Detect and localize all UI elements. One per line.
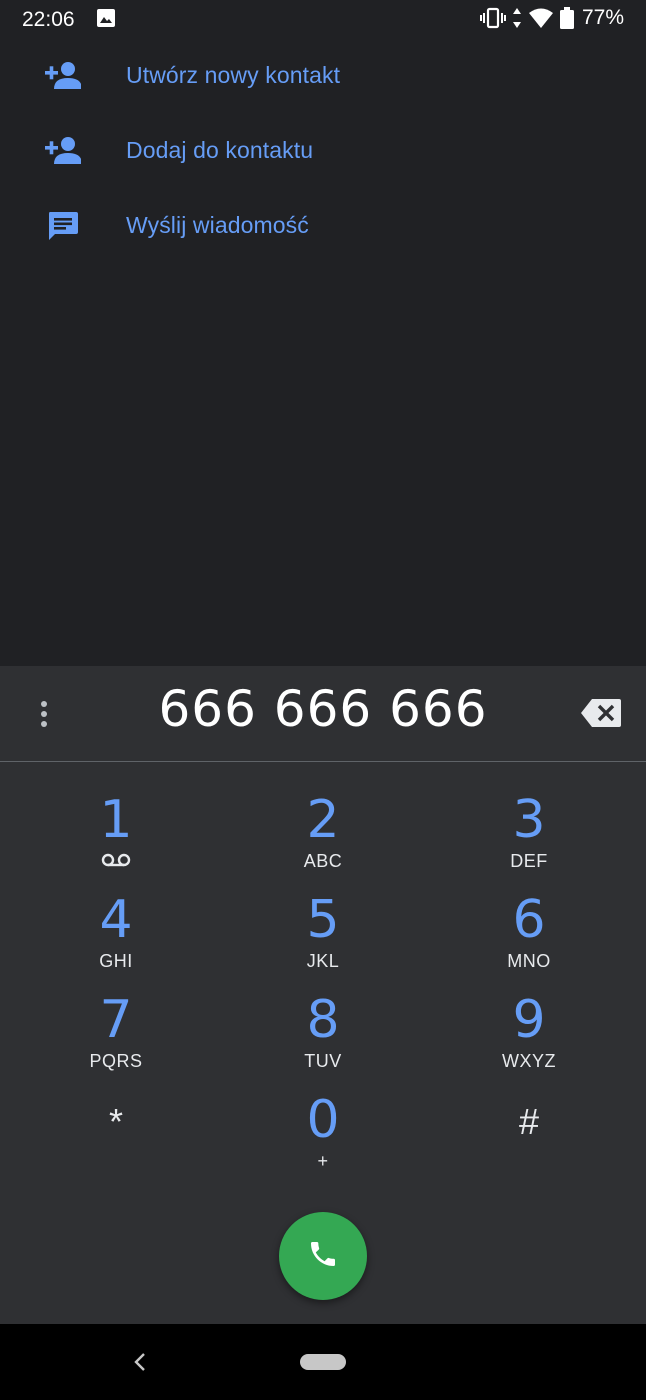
dialpad-key-2[interactable]: 2 ABC	[233, 792, 413, 884]
back-icon[interactable]	[130, 1350, 150, 1374]
dialpad-key-9[interactable]: 9 WXYZ	[439, 992, 619, 1084]
suggested-actions-list: Utwórz nowy kontakt Dodaj do kontaktu Wy…	[0, 38, 646, 263]
key-digit: 8	[306, 990, 340, 1050]
status-time: 22:06	[22, 8, 75, 31]
person-add-icon	[44, 132, 82, 170]
entered-number[interactable]: 666 666 666	[0, 680, 646, 738]
key-digit: 2	[306, 790, 340, 850]
key-letters: GHI	[99, 951, 133, 971]
divider	[0, 761, 646, 762]
person-add-icon	[44, 57, 82, 95]
phone-icon	[307, 1238, 339, 1275]
send-message-label: Wyślij wiadomość	[126, 212, 309, 238]
dialpad-key-0[interactable]: 0 +	[233, 1092, 413, 1184]
status-icons: 77%	[479, 6, 624, 30]
key-letters: MNO	[507, 951, 551, 971]
dialpad-key-1[interactable]: 1	[26, 792, 206, 884]
home-pill-icon[interactable]	[300, 1354, 346, 1370]
status-bar: 22:06 77%	[0, 0, 646, 40]
call-button[interactable]	[279, 1212, 367, 1300]
key-digit: 1	[99, 790, 133, 850]
dialpad-key-star[interactable]: *	[26, 1094, 206, 1186]
message-icon	[44, 207, 82, 245]
image-icon	[97, 9, 115, 27]
key-letters: DEF	[510, 851, 548, 871]
dialpad-key-8[interactable]: 8 TUV	[233, 992, 413, 1084]
backspace-icon[interactable]	[580, 698, 624, 730]
navigation-bar	[0, 1324, 646, 1400]
dialpad-key-5[interactable]: 5 JKL	[233, 892, 413, 984]
key-letters: JKL	[306, 951, 340, 971]
dialer-screen: 22:06 77% Utwórz nowy kontakt Dodaj do k…	[0, 0, 646, 1400]
key-digit: #	[518, 1101, 540, 1142]
key-digit: 0	[306, 1090, 340, 1150]
send-message-item[interactable]: Wyślij wiadomość	[0, 188, 646, 263]
key-letters: PQRS	[89, 1051, 143, 1071]
add-to-contact-label: Dodaj do kontaktu	[126, 137, 314, 163]
key-digit: 5	[306, 890, 340, 950]
dialpad-key-3[interactable]: 3 DEF	[439, 792, 619, 884]
create-new-contact-item[interactable]: Utwórz nowy kontakt	[0, 38, 646, 113]
digits-row: 666 666 666	[0, 666, 646, 761]
key-letters: ABC	[303, 851, 343, 871]
key-letters: TUV	[304, 1051, 342, 1071]
key-letters: +	[317, 1151, 329, 1171]
data-arrows-icon	[512, 7, 522, 29]
dialpad: 666 666 666 1 2 ABC 3 DEF 4 GHI 5 JKL 6 …	[0, 666, 646, 1324]
key-digit: 6	[512, 890, 546, 950]
key-digit: 4	[99, 890, 133, 950]
battery-percent: 77%	[581, 6, 624, 29]
voicemail-icon	[26, 850, 206, 872]
battery-icon	[559, 7, 574, 29]
key-digit: 7	[99, 990, 133, 1050]
key-digit: *	[108, 1101, 123, 1142]
dialpad-key-hash[interactable]: #	[439, 1094, 619, 1186]
create-new-contact-label: Utwórz nowy kontakt	[126, 62, 341, 88]
dialpad-key-7[interactable]: 7 PQRS	[26, 992, 206, 1084]
key-digit: 9	[512, 990, 546, 1050]
key-digit: 3	[512, 790, 546, 850]
dialpad-key-6[interactable]: 6 MNO	[439, 892, 619, 984]
wifi-icon	[528, 7, 554, 29]
dialpad-key-4[interactable]: 4 GHI	[26, 892, 206, 984]
key-letters: WXYZ	[502, 1051, 556, 1071]
vibrate-icon	[479, 7, 506, 29]
add-to-contact-item[interactable]: Dodaj do kontaktu	[0, 113, 646, 188]
